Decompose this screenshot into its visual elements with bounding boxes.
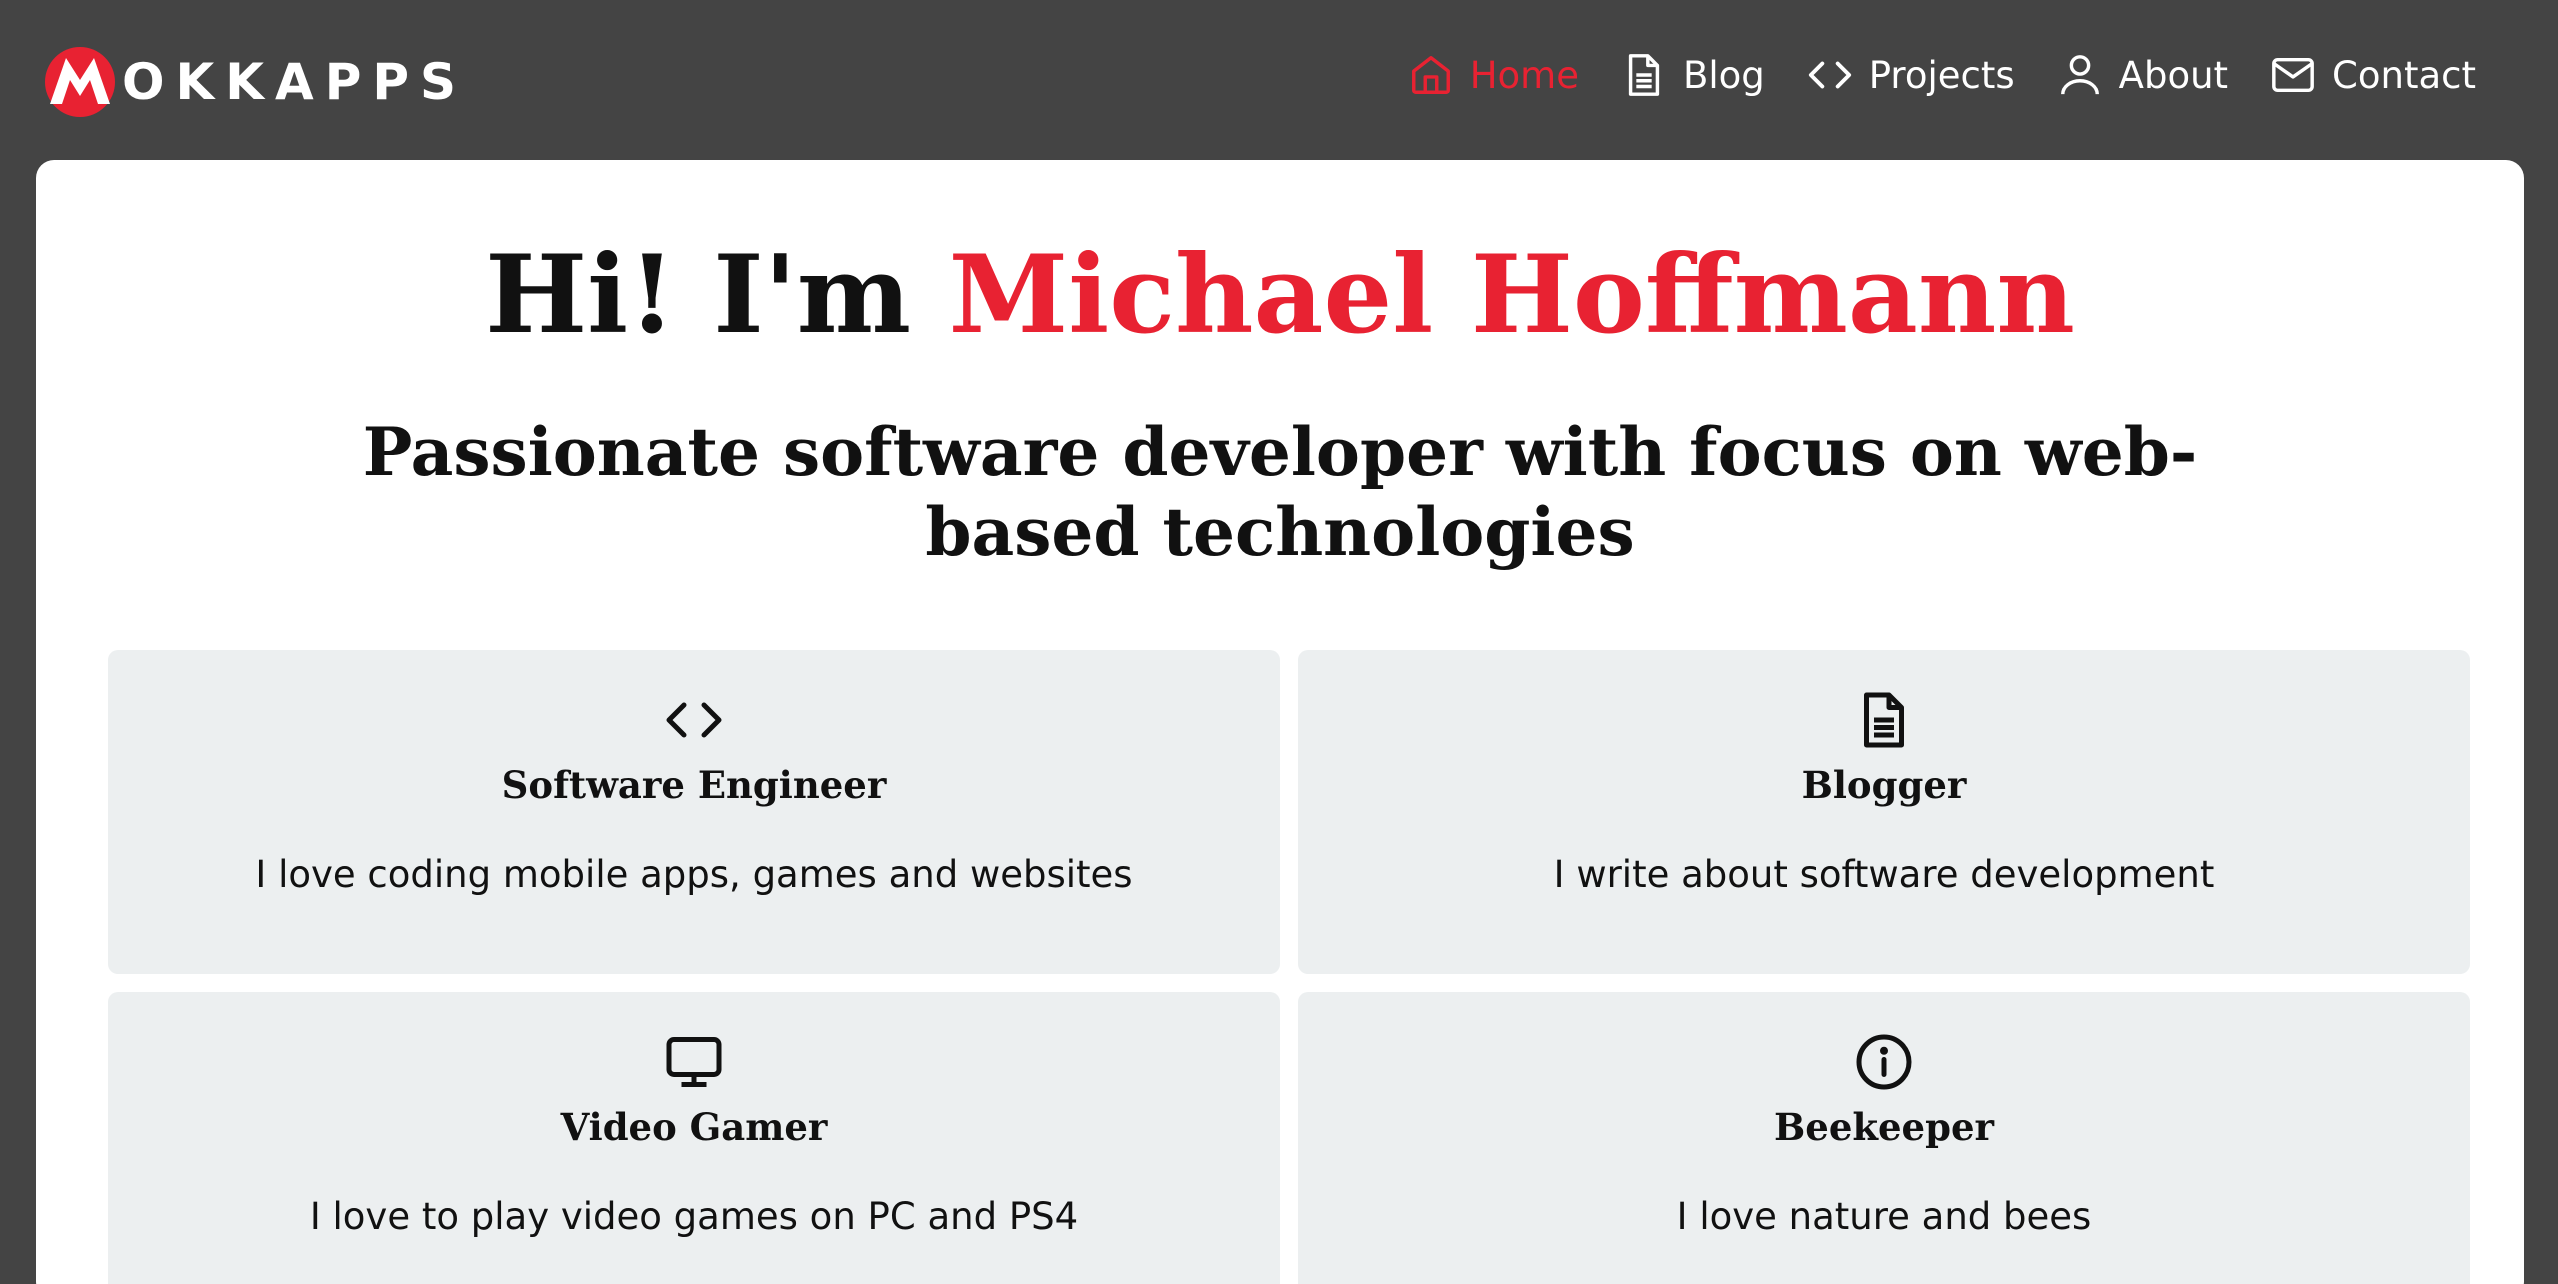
nav-item-about[interactable]: About: [2057, 52, 2228, 98]
nav-label-home: Home: [1469, 53, 1579, 97]
main-content-card: Hi! I'm Michael Hoffmann Passionate soft…: [36, 160, 2524, 1284]
main-nav: Home Blog Projects About Contact: [1366, 40, 2476, 110]
nav-item-home[interactable]: Home: [1408, 52, 1579, 98]
tile-video-gamer: Video Gamer I love to play video games o…: [108, 992, 1280, 1284]
hero-subtitle: Passionate software developer with focus…: [362, 413, 2198, 571]
nav-label-contact: Contact: [2332, 53, 2476, 97]
logo-text: OKKAPPS: [122, 53, 467, 111]
hero-title: Hi! I'm Michael Hoffmann: [36, 220, 2524, 370]
nav-item-blog[interactable]: Blog: [1621, 52, 1765, 98]
nav-item-contact[interactable]: Contact: [2270, 52, 2476, 98]
info-icon: [1856, 1034, 1912, 1090]
hero-greeting: Hi! I'm: [485, 232, 912, 358]
document-icon: [1864, 692, 1904, 748]
monitor-icon: [666, 1037, 722, 1087]
tile-title: Beekeeper: [1774, 1105, 1994, 1149]
tile-description: I love coding mobile apps, games and web…: [255, 853, 1133, 896]
nav-label-blog: Blog: [1682, 53, 1765, 97]
tile-description: I love nature and bees: [1676, 1195, 2092, 1238]
tile-description: I love to play video games on PC and PS4: [309, 1195, 1079, 1238]
site-header: OKKAPPS Home Blog Projects About Contact: [0, 0, 2558, 160]
user-icon: [2060, 55, 2099, 95]
hero-name: Michael Hoffmann: [948, 232, 2075, 358]
code-icon: [666, 702, 722, 738]
tile-blogger: Blogger I write about software developme…: [1298, 650, 2470, 974]
tile-title: Blogger: [1801, 763, 1967, 807]
tile-title: Video Gamer: [560, 1105, 828, 1149]
tile-description: I write about software development: [1553, 853, 2215, 896]
tile-software-engineer: Software Engineer I love coding mobile a…: [108, 650, 1280, 974]
document-icon: [1628, 54, 1660, 96]
nav-label-about: About: [2118, 53, 2229, 97]
tile-title: Software Engineer: [501, 763, 887, 807]
home-icon: [1411, 56, 1450, 94]
tile-beekeeper: Beekeeper I love nature and bees: [1298, 992, 2470, 1284]
nav-item-projects[interactable]: Projects: [1807, 52, 2015, 98]
logo-m-icon: [45, 47, 115, 117]
mail-icon: [2272, 57, 2314, 93]
nav-label-projects: Projects: [1868, 53, 2015, 97]
site-logo[interactable]: OKKAPPS: [44, 46, 467, 118]
code-icon: [1808, 61, 1851, 89]
